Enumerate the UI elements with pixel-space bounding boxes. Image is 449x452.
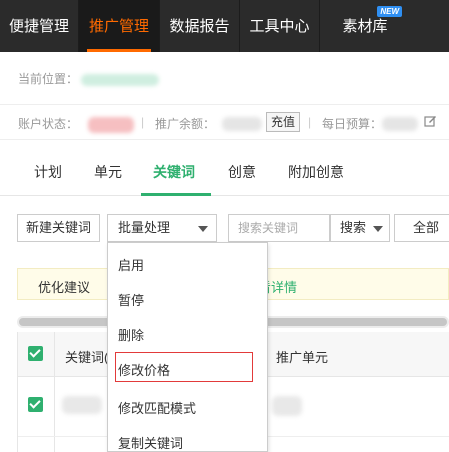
location-label: 当前位置： (18, 72, 79, 86)
new-badge: NEW (377, 6, 402, 17)
tab-keyword[interactable]: 关键词 (153, 162, 195, 182)
active-tab-indicator (141, 193, 211, 196)
keyword-redacted (62, 396, 102, 414)
divider: | (141, 115, 145, 129)
tab-unit[interactable]: 单元 (94, 162, 122, 182)
unit-redacted (272, 396, 302, 416)
chevron-down-icon (373, 226, 383, 232)
nav-tool-center[interactable]: 工具中心 (240, 0, 320, 52)
location-value-redacted (81, 73, 160, 86)
edit-icon[interactable] (424, 114, 437, 130)
nav-label: 工具中心 (249, 18, 310, 35)
column-header-promotion-unit[interactable]: 推广单元 (276, 347, 328, 366)
status-filter-label: 全部状 (413, 220, 440, 235)
nav-data-report[interactable]: 数据报告 (160, 0, 240, 52)
menu-item-modify-match-mode[interactable]: 修改匹配模式 (118, 398, 196, 417)
tab-extra-creative[interactable]: 附加创意 (288, 162, 344, 182)
recharge-button[interactable]: 充值 (266, 112, 301, 132)
new-keyword-button[interactable]: 新建关键词 (17, 214, 101, 242)
breadcrumb: 当前位置： (18, 70, 160, 87)
balance-label: 推广余额： (155, 117, 216, 131)
search-input[interactable]: 搜索关键词 (228, 214, 330, 242)
account-status-redacted (88, 117, 134, 133)
batch-process-label: 批量处理 (118, 220, 171, 235)
tab-bar: 计划 单元 关键词 创意 附加创意 (0, 150, 449, 196)
menu-item-modify-price[interactable]: 修改价格 (118, 360, 170, 379)
menu-item-enable[interactable]: 启用 (118, 255, 144, 274)
search-placeholder: 搜索关键词 (238, 221, 299, 235)
menu-item-delete[interactable]: 删除 (118, 325, 144, 344)
tab-plan[interactable]: 计划 (34, 162, 62, 182)
account-bar: 账户状态： | 推广余额： 充值 | 每日预算： (0, 104, 449, 140)
nav-promotion-manage[interactable]: 推广管理 (79, 0, 160, 52)
status-filter-button[interactable]: 全部状 (394, 214, 449, 242)
balance-redacted (222, 117, 262, 131)
nav-label: 数据报告 (169, 18, 230, 35)
select-all-checkbox[interactable] (28, 346, 43, 361)
tab-creative[interactable]: 创意 (228, 162, 256, 182)
nav-label: 便捷管理 (8, 18, 69, 35)
batch-process-menu: 启用 暂停 删除 修改价格 修改匹配模式 复制关键词 (107, 242, 268, 452)
daily-budget-label: 每日预算： (322, 117, 383, 131)
nav-convenient-manage[interactable]: 便捷管理 (0, 0, 79, 52)
search-label: 搜索 (340, 220, 367, 235)
menu-item-copy-keyword[interactable]: 复制关键词 (118, 433, 183, 452)
batch-process-dropdown[interactable]: 批量处理 (107, 214, 217, 242)
nav-material-library[interactable]: 素材库 NEW (320, 0, 410, 52)
search-button[interactable]: 搜索 (330, 214, 390, 242)
budget-redacted (382, 117, 418, 131)
row-checkbox[interactable] (28, 397, 43, 412)
top-nav: 便捷管理 推广管理 数据报告 工具中心 素材库 NEW (0, 0, 449, 52)
chevron-down-icon (198, 226, 208, 232)
suggestion-label: 优化建议 (38, 280, 91, 295)
menu-item-pause[interactable]: 暂停 (118, 290, 144, 309)
nav-label: 素材库 (342, 18, 388, 35)
nav-label: 推广管理 (88, 18, 149, 35)
divider: | (308, 115, 312, 129)
account-status-label: 账户状态： (18, 117, 79, 131)
